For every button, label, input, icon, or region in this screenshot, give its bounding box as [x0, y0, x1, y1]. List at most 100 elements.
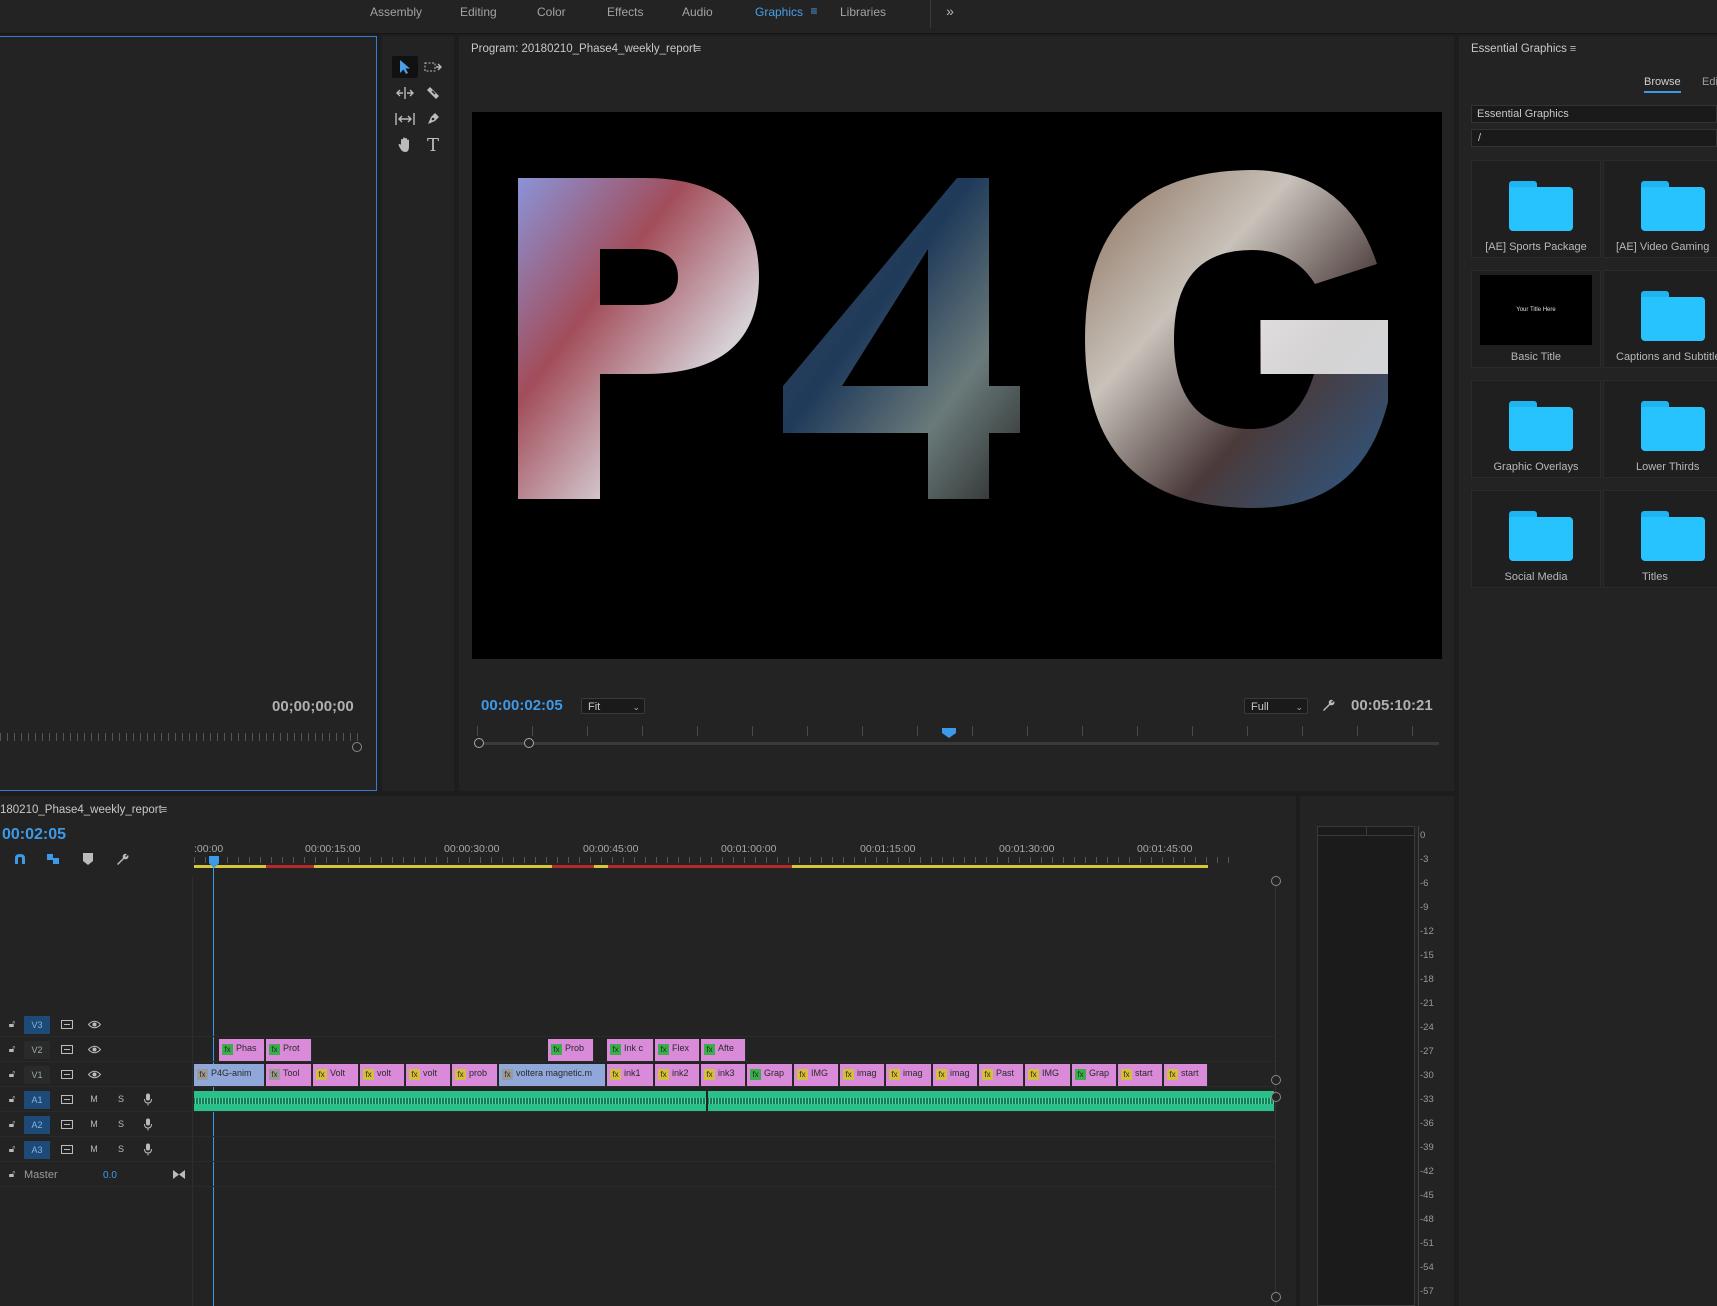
clip[interactable]: fx Ink c [607, 1039, 654, 1061]
workspace-menu-icon[interactable]: ≡ [808, 4, 820, 18]
lock-icon[interactable]: 🔓︎ [6, 1143, 18, 1155]
snap-magnet-icon[interactable] [12, 851, 28, 867]
clip[interactable]: fx imag [933, 1064, 978, 1086]
sync-lock-icon[interactable] [60, 1118, 74, 1130]
type-tool-icon[interactable]: T [422, 134, 444, 156]
clip[interactable]: fx Grap [1072, 1064, 1117, 1086]
clip[interactable]: fx Afte [701, 1039, 746, 1061]
overflow-chevron-icon[interactable]: » [940, 2, 960, 20]
clip[interactable]: fx IMG [1025, 1064, 1071, 1086]
scroll-handle[interactable] [1271, 1075, 1281, 1085]
scroll-handle-top[interactable] [1271, 876, 1281, 886]
sync-lock-icon[interactable] [60, 1143, 74, 1155]
folder-tile[interactable]: Captions and Subtitles [1603, 270, 1717, 368]
scroll-handle[interactable] [1271, 1092, 1281, 1102]
folder-tile[interactable]: Social Media [1471, 490, 1601, 588]
solo-button[interactable]: S [115, 1142, 127, 1156]
lock-icon[interactable]: 🔓︎ [6, 1018, 18, 1030]
tab-assembly[interactable]: Assembly [370, 0, 422, 24]
track-target-v3[interactable]: V3 [24, 1016, 50, 1034]
sync-lock-icon[interactable] [60, 1093, 74, 1105]
eye-icon[interactable] [87, 1018, 101, 1030]
timeline-scrollbar-track[interactable] [1275, 876, 1276, 1306]
linked-selection-icon[interactable] [45, 851, 61, 867]
sync-lock-icon[interactable] [60, 1018, 74, 1030]
eye-icon[interactable] [87, 1043, 101, 1055]
lock-icon[interactable]: 🔓︎ [6, 1093, 18, 1105]
track-select-tool-icon[interactable] [422, 56, 444, 78]
template-tile[interactable]: Your Title Here Basic Title [1471, 270, 1601, 368]
panel-menu-icon[interactable]: ≡ [1567, 43, 1579, 55]
wrench-settings-icon[interactable] [1321, 698, 1335, 712]
audio-clip[interactable] [194, 1091, 706, 1111]
timeline-settings-wrench-icon[interactable] [114, 851, 130, 867]
slip-tool-icon[interactable] [394, 108, 416, 130]
playback-resolution-select[interactable]: Full ⌄ [1244, 698, 1308, 714]
add-marker-icon[interactable] [80, 851, 96, 867]
clip[interactable]: fx start [1118, 1064, 1163, 1086]
clip[interactable]: fx start [1164, 1064, 1208, 1086]
eye-icon[interactable] [87, 1068, 101, 1080]
clip[interactable]: fx Flex [655, 1039, 700, 1061]
clip[interactable]: fx IMG [794, 1064, 839, 1086]
tab-audio[interactable]: Audio [682, 0, 713, 24]
folder-tile[interactable]: Titles [1603, 490, 1717, 588]
pen-tool-icon[interactable] [422, 108, 444, 130]
collapse-bowtie-icon[interactable] [172, 1168, 186, 1180]
clip[interactable]: fx volt [406, 1064, 451, 1086]
microphone-icon[interactable] [142, 1142, 154, 1156]
selection-tool-icon[interactable] [392, 56, 418, 78]
microphone-icon[interactable] [142, 1117, 154, 1131]
clip[interactable]: fx imag [840, 1064, 885, 1086]
mute-button[interactable]: M [88, 1142, 100, 1156]
timeline-timecode[interactable]: 00:02:05 [2, 826, 66, 844]
lock-icon[interactable]: 🔓︎ [6, 1068, 18, 1080]
graphics-path-field[interactable]: / [1471, 129, 1717, 147]
folder-tile[interactable]: Lower Thirds [1603, 380, 1717, 478]
fit-zoom-select[interactable]: Fit ⌄ [581, 698, 645, 714]
timeline-ruler[interactable] [194, 857, 1234, 863]
solo-button[interactable]: S [115, 1117, 127, 1131]
track-target-a2[interactable]: A2 [24, 1116, 50, 1134]
clip[interactable]: fx Prot [266, 1039, 312, 1061]
clip[interactable]: fx Phas [219, 1039, 265, 1061]
track-target-a3[interactable]: A3 [24, 1141, 50, 1159]
clip[interactable]: fx prob [452, 1064, 498, 1086]
mute-button[interactable]: M [88, 1092, 100, 1106]
sync-lock-icon[interactable] [60, 1043, 74, 1055]
lock-icon[interactable]: 🔓︎ [6, 1168, 18, 1180]
zoom-right-handle[interactable] [524, 738, 534, 748]
program-playhead-icon[interactable] [942, 728, 956, 738]
sync-lock-icon[interactable] [60, 1068, 74, 1080]
graphics-source-dropdown[interactable]: Essential Graphics [1471, 105, 1717, 123]
ripple-edit-tool-icon[interactable] [394, 82, 416, 104]
zoom-scrollbar-track[interactable] [479, 742, 1439, 745]
audio-clip[interactable] [708, 1091, 1274, 1111]
timeline-sequence-title[interactable]: 180210_Phase4_weekly_report [0, 804, 162, 816]
folder-tile[interactable]: [AE] Video Gaming [1603, 160, 1717, 258]
zoom-left-handle[interactable] [474, 738, 484, 748]
clip[interactable]: fx voltera magnetic.m [499, 1064, 606, 1086]
hand-tool-icon[interactable] [394, 134, 416, 156]
clip[interactable]: fx ink1 [607, 1064, 654, 1086]
tab-editing[interactable]: Editing [460, 0, 497, 24]
program-video-frame[interactable] [472, 112, 1442, 659]
program-current-timecode[interactable]: 00:00:02:05 [481, 697, 563, 714]
track-target-v1[interactable]: V1 [24, 1066, 50, 1084]
lock-icon[interactable]: 🔓︎ [6, 1118, 18, 1130]
track-target-a1[interactable]: A1 [24, 1091, 50, 1109]
clip[interactable]: fx Volt [313, 1064, 359, 1086]
tab-browse[interactable]: Browse [1644, 76, 1681, 93]
folder-tile[interactable]: Graphic Overlays [1471, 380, 1601, 478]
source-zoom-handle[interactable] [352, 742, 362, 752]
clip[interactable]: fx volt [360, 1064, 405, 1086]
clip[interactable]: fx Tool [266, 1064, 312, 1086]
scroll-handle-bottom[interactable] [1271, 1292, 1281, 1302]
lock-icon[interactable]: 🔓︎ [6, 1043, 18, 1055]
folder-tile[interactable]: [AE] Sports Package [1471, 160, 1601, 258]
track-target-v2[interactable]: V2 [24, 1041, 50, 1059]
clip[interactable]: fx Past [979, 1064, 1024, 1086]
clip[interactable]: fx ink3 [701, 1064, 746, 1086]
tab-color[interactable]: Color [537, 0, 566, 24]
clip[interactable]: fx ink2 [655, 1064, 700, 1086]
